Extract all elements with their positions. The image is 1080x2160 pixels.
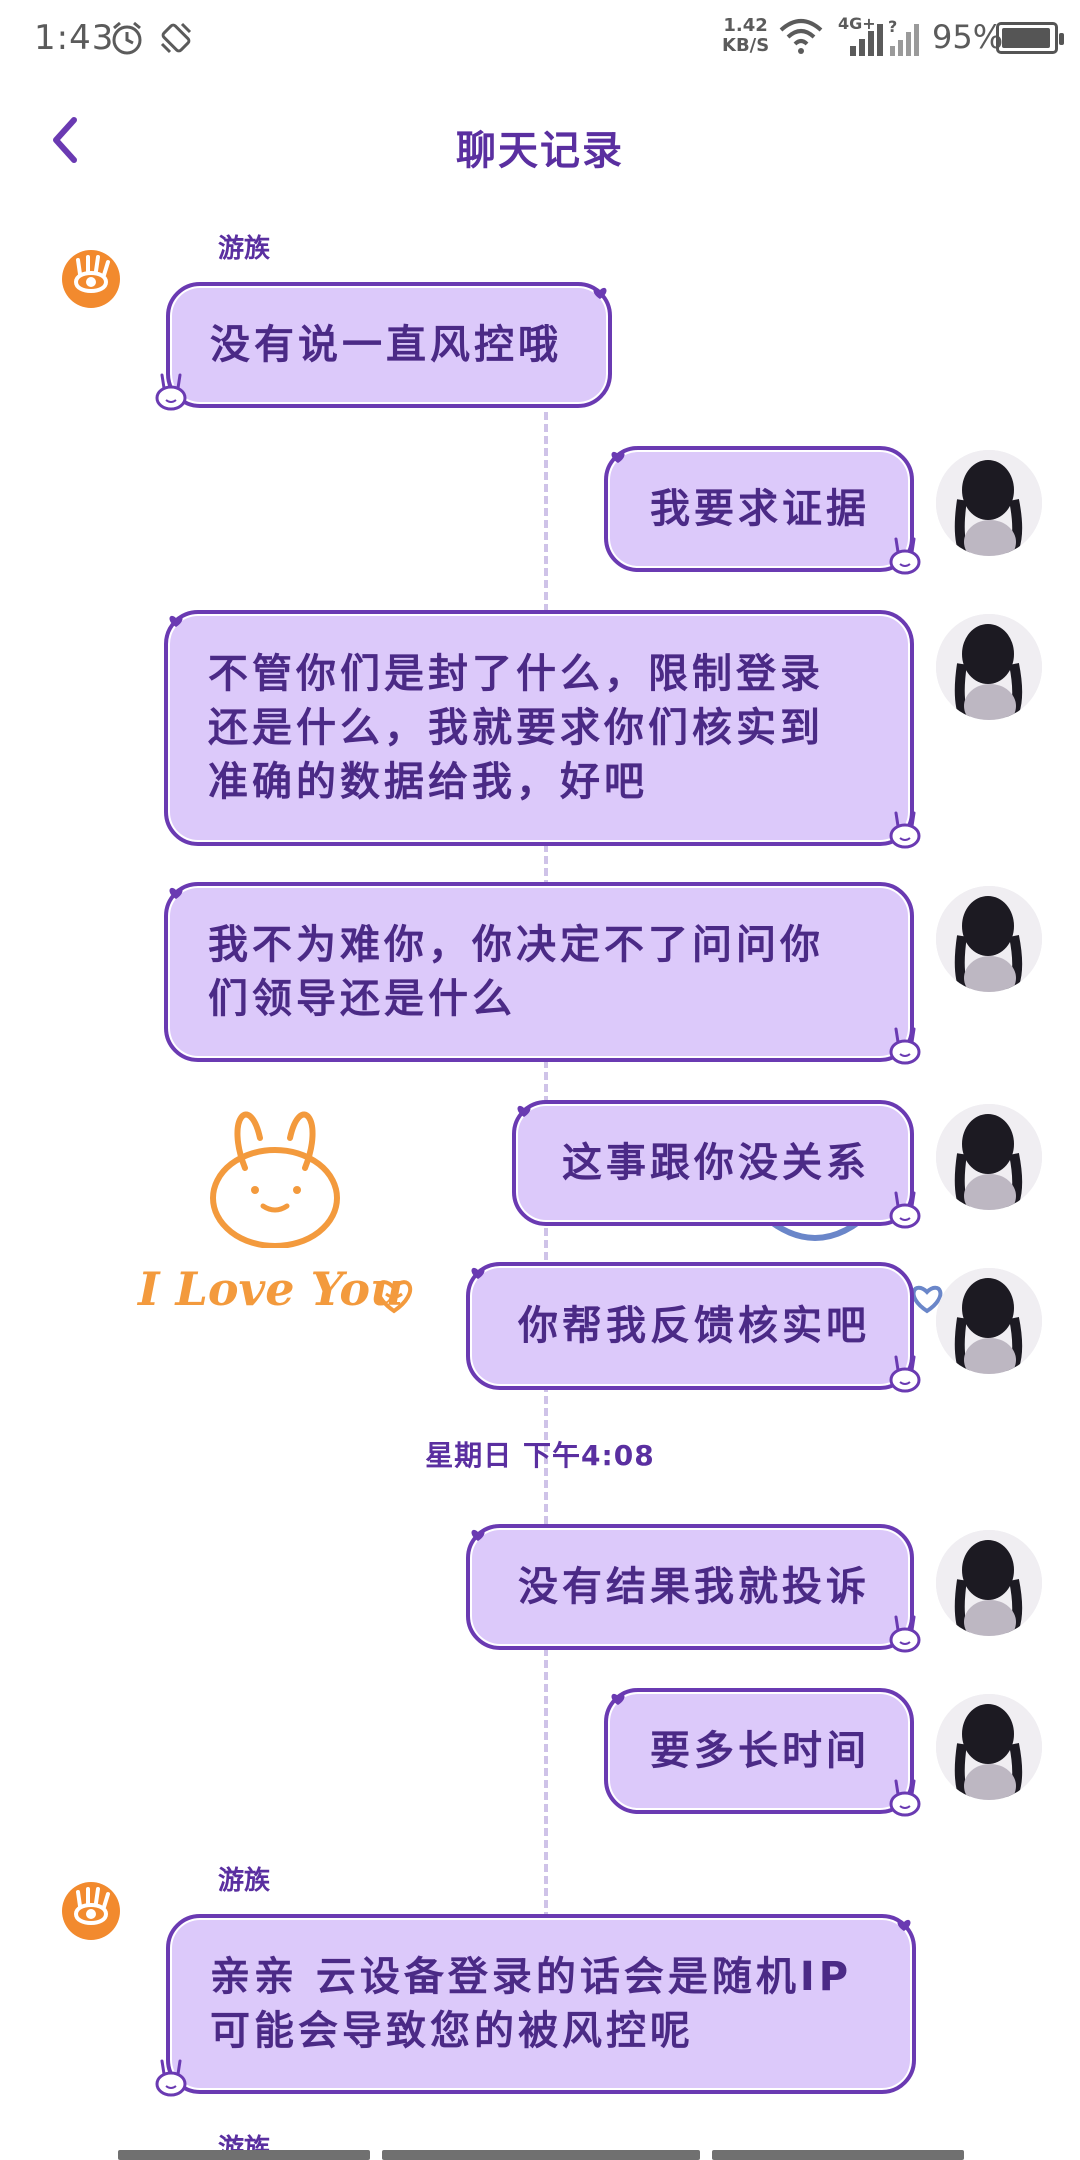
message-text: 你帮我反馈核实吧 <box>518 1303 870 1349</box>
cellular-signal-icon <box>850 24 883 56</box>
message-bubble[interactable]: 不管你们是封了什么，限制登录 还是什么，我就要求你们核实到 准确的数据给我，好吧 <box>164 610 914 846</box>
heart-icon <box>169 887 183 899</box>
svg-text:?: ? <box>888 18 897 36</box>
user-photo-icon <box>936 1530 1042 1636</box>
sender-name: 游族 <box>218 1866 271 1896</box>
agent-avatar-icon <box>62 1882 120 1940</box>
message-text: 我要求证据 <box>650 486 870 532</box>
bunny-icon <box>155 373 187 411</box>
message-line: 们领导还是什么 <box>208 976 516 1022</box>
message-bubble[interactable]: 我要求证据 <box>604 446 914 572</box>
bunny-icon <box>889 1191 921 1229</box>
chat-timestamp: 星期日 下午4:08 <box>425 1439 655 1472</box>
message-line: 我不为难你，你决定不了问问你 <box>208 922 824 968</box>
page-title: 聊天记录 <box>456 128 624 174</box>
message-bubble[interactable]: 没有结果我就投诉 <box>466 1524 914 1650</box>
speed-unit: KB/S <box>722 35 770 56</box>
user-avatar[interactable] <box>936 886 1042 992</box>
battery-percent: 95% <box>932 18 1004 56</box>
user-avatar[interactable] <box>936 1104 1042 1210</box>
message-line: 不管你们是封了什么，限制登录 <box>208 651 824 697</box>
heart-icon <box>471 1267 485 1279</box>
heart-icon <box>897 1919 911 1931</box>
heart-icon <box>611 451 625 463</box>
user-avatar[interactable] <box>936 1694 1042 1800</box>
battery-icon <box>996 22 1064 54</box>
heart-icon <box>611 1693 625 1705</box>
alarm-icon <box>112 21 142 55</box>
message-bubble[interactable]: 这事跟你没关系 <box>512 1100 914 1226</box>
user-photo-icon <box>936 1268 1042 1374</box>
heart-icon <box>593 287 607 299</box>
message-bubble[interactable]: 要多长时间 <box>604 1688 914 1814</box>
toolbar-segment[interactable] <box>382 2150 700 2160</box>
user-avatar[interactable] <box>936 1530 1042 1636</box>
bunny-icon <box>889 811 921 849</box>
message-bubble[interactable]: 亲亲 云设备登录的话会是随机IP 可能会导致您的被风控呢 <box>166 1914 916 2094</box>
toolbar-segment[interactable] <box>118 2150 370 2160</box>
heart-icon <box>375 1280 413 1314</box>
message-text: 没有结果我就投诉 <box>518 1564 870 1610</box>
message-bubble[interactable]: 我不为难你，你决定不了问问你 们领导还是什么 <box>164 882 914 1062</box>
rotate-lock-icon <box>160 22 192 54</box>
user-avatar[interactable] <box>936 1268 1042 1374</box>
agent-avatar-icon <box>62 250 120 308</box>
bottom-toolbar <box>0 2136 1080 2160</box>
bunny-icon <box>889 1355 921 1393</box>
heart-icon <box>517 1105 531 1117</box>
user-photo-icon <box>936 1694 1042 1800</box>
user-photo-icon <box>936 614 1042 720</box>
message-text: 亲亲 云设备登录的话会是随机IP 可能会导致您的被风控呢 <box>210 1950 852 2058</box>
message-text: 要多长时间 <box>650 1728 870 1774</box>
speed-value: 1.42 <box>723 15 768 36</box>
user-photo-icon <box>936 450 1042 556</box>
status-bar: 1:43 1.42 KB/S 4G+ ? 95% <box>0 0 1080 80</box>
sticker-text: I Love You <box>138 1262 404 1316</box>
wifi-icon <box>779 19 823 54</box>
message-line: 可能会导致您的被风控呢 <box>210 2008 694 2054</box>
bunny-icon <box>889 1027 921 1065</box>
message-bubble[interactable]: 你帮我反馈核实吧 <box>466 1262 914 1390</box>
message-line: 准确的数据给我，好吧 <box>208 759 648 805</box>
cellular-signal-2-icon: ? <box>888 18 919 56</box>
user-avatar[interactable] <box>936 614 1042 720</box>
message-line: 还是什么，我就要求你们核实到 <box>208 705 824 751</box>
message-text: 这事跟你没关系 <box>562 1140 870 1186</box>
user-photo-icon <box>936 1104 1042 1210</box>
message-text: 我不为难你，你决定不了问问你 们领导还是什么 <box>208 918 824 1026</box>
bunny-icon <box>889 1615 921 1653</box>
chat-header: 聊天记录 <box>0 88 1080 198</box>
network-speed: 1.42 KB/S <box>722 16 769 56</box>
user-photo-icon <box>936 886 1042 992</box>
bunny-icon <box>889 1779 921 1817</box>
heart-icon <box>471 1529 485 1541</box>
bunny-icon <box>155 2059 187 2097</box>
toolbar-segment[interactable] <box>712 2150 964 2160</box>
status-time: 1:43 <box>34 18 115 58</box>
bunny-sticker-icon <box>210 1111 340 1248</box>
user-avatar[interactable] <box>936 450 1042 556</box>
message-bubble[interactable]: 没有说一直风控哦 <box>166 282 612 408</box>
bunny-icon <box>889 537 921 575</box>
message-text: 不管你们是封了什么，限制登录 还是什么，我就要求你们核实到 准确的数据给我，好吧 <box>208 647 824 809</box>
heart-icon <box>169 615 183 627</box>
sender-name: 游族 <box>218 234 271 264</box>
message-line: 亲亲 云设备登录的话会是随机IP <box>210 1954 853 2000</box>
message-text: 没有说一直风控哦 <box>210 322 562 368</box>
